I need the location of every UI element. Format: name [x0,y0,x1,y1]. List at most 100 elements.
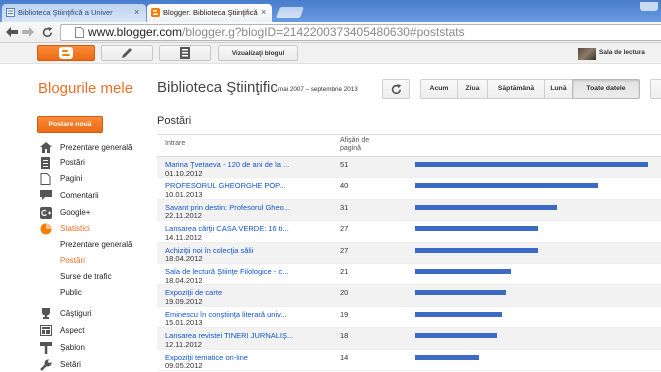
new-tab-button[interactable] [275,7,305,18]
pageview-count: 40 [340,181,349,191]
blogger-logo-icon [59,47,73,59]
table-row: Savant prin destin: Profesorul Gheo... 22… [157,199,661,222]
date-range: mai 2007 – septembrie 2013 [278,86,358,93]
tab-close-icon[interactable]: × [134,4,139,21]
sidebar-item-label: Postări [60,158,85,167]
sidebar-item-label: Statistici [60,224,90,233]
sidebar-item-comments[interactable]: Comentarii [38,190,150,202]
tab-title: Blogger: Biblioteca Ştiinţifică [163,8,258,17]
sidebar-subitem-stats-posts[interactable]: Postări [38,255,150,267]
range-week-button[interactable]: Săptămână [487,79,545,99]
comment-icon [40,190,52,201]
pageview-count: 21 [340,267,349,276]
sidebar-item-pages[interactable]: Pagini [38,173,150,185]
range-month-button[interactable]: Lună [544,79,573,99]
new-post-toolbar-button[interactable] [101,45,153,61]
trophy-icon [40,308,52,320]
post-date: 19.09.2012 [165,296,203,306]
sidebar-item-label: Pagini [60,174,83,183]
browser-tab-bar: Biblioteca Ştiinţifică a Univer × Blogge… [0,0,661,22]
new-post-button[interactable]: Postare nouă [37,116,103,133]
browser-tab-active[interactable]: Blogger: Biblioteca Ştiinţifică × [147,4,272,22]
page-icon [40,173,51,185]
back-arrow-icon[interactable] [6,27,18,37]
pageview-count: 31 [340,202,349,212]
table-row: PROFESORUL GHEORGHE POP... 10.01.2013 40 [157,178,661,200]
url-text: www.blogger.com/blogger.g?blogID=2142200… [88,25,465,40]
sidebar-item-posts[interactable]: Postări [38,157,150,169]
post-date: 12.11.2012 [165,339,202,349]
tab-title: Biblioteca Ştiinţifică a Univer [18,8,113,17]
refresh-button[interactable] [382,79,410,99]
post-date: 22.11.2012 [165,211,202,221]
sidebar-subitem-label: Prezentare generală [60,240,133,249]
page-icon [75,27,84,38]
pageview-bar [415,247,539,253]
more-options-button[interactable] [650,79,661,99]
pageview-bar [415,226,539,232]
google-plus-icon [40,207,52,219]
pageview-count: 27 [340,224,349,234]
pageview-bar [415,204,557,210]
sidebar-item-overview[interactable]: Prezentare generală [38,142,150,154]
sidebar-item-google-plus[interactable]: Google+ [38,207,150,219]
refresh-icon [391,83,402,95]
range-now-button[interactable]: Acum [420,79,458,99]
sidebar-item-template[interactable]: Şablon [38,342,150,354]
pageview-bar [415,311,502,317]
url-path: /blogger.g?blogID=2142200373405480630#po… [182,25,465,39]
pencil-icon [121,47,133,59]
pageview-bar [415,162,648,167]
sidebar-subitem-traffic-sources[interactable]: Surse de trafic [38,271,150,283]
sidebar-item-label: Aspect [60,326,85,335]
browser-tab[interactable]: Biblioteca Ştiinţifică a Univer × [2,4,146,22]
pageview-bar [415,269,511,274]
layout-icon [40,325,52,336]
posts-list-toolbar-button[interactable] [159,45,211,61]
table-row: Expoziţii de carte 19.09.2012 20 [157,285,661,307]
table-row: Lansarea revistei TINERI JURNALIŞ... 12.1… [157,328,661,350]
pageview-count: 19 [340,309,349,319]
table-row: Lansarea cărţii CASA VERDE: 16 ti... 14.1… [157,221,661,243]
site-favicon-icon [6,8,15,17]
blogger-favicon-icon [151,8,160,17]
sidebar-item-settings[interactable]: Setări [38,359,150,371]
table-row: Achiziţii noi în colecţia sălii 18.04.201… [157,242,661,264]
post-date: 18.04.2012 [165,275,203,285]
sidebar-subitem-label: Surse de trafic [60,272,112,281]
sidebar-item-label: Câştiguri [60,309,92,318]
pageview-bar [415,183,598,189]
pages-icon [180,47,190,59]
tab-close-icon[interactable]: × [261,4,266,21]
sidebar-item-label: Şablon [60,343,85,352]
view-blog-button[interactable]: Vizualizaţi blogul [218,45,298,61]
reload-icon[interactable] [42,27,53,38]
forward-arrow-icon[interactable] [22,27,34,37]
sidebar-subitem-label: Public [60,288,82,297]
column-header-pageviews: Afişări de pagină [340,137,370,152]
pageview-bar [415,354,479,360]
posts-table-body: Marina Ţvetaeva - 120 de ani de la ... 01… [157,157,661,371]
my-blogs-link[interactable]: Blogurile mele [38,80,133,97]
sidebar-item-layout[interactable]: Aspect [38,325,150,337]
pageview-count: 51 [340,160,349,169]
range-all-time-button[interactable]: Toate datele [572,79,640,99]
sidebar-subitem-stats-overview[interactable]: Prezentare generală [38,239,150,251]
url-input[interactable]: www.blogger.com/blogger.g?blogID=2142200… [60,24,661,41]
range-day-button[interactable]: Ziua [457,79,488,99]
sidebar-subitem-audience[interactable]: Public [38,287,150,299]
url-host: www.blogger.com [88,25,183,39]
post-date: 01.10.2012 [165,168,203,178]
sidebar-item-earnings[interactable]: Câştiguri [38,308,150,320]
post-date: 09.05.2012 [165,361,203,371]
avatar[interactable] [578,48,596,60]
sidebar-item-stats[interactable]: Statistici [38,223,150,235]
post-date: 10.01.2013 [165,189,203,199]
blog-title: Biblioteca Ştiinţific [157,79,278,96]
post-date: 14.11.2012 [165,232,202,242]
window-control-button[interactable] [640,2,658,11]
sidebar-item-label: Prezentare generală [60,143,133,152]
account-name[interactable]: Sala de lectura [599,49,645,56]
blogger-home-button[interactable] [37,45,95,61]
template-icon [40,342,52,354]
